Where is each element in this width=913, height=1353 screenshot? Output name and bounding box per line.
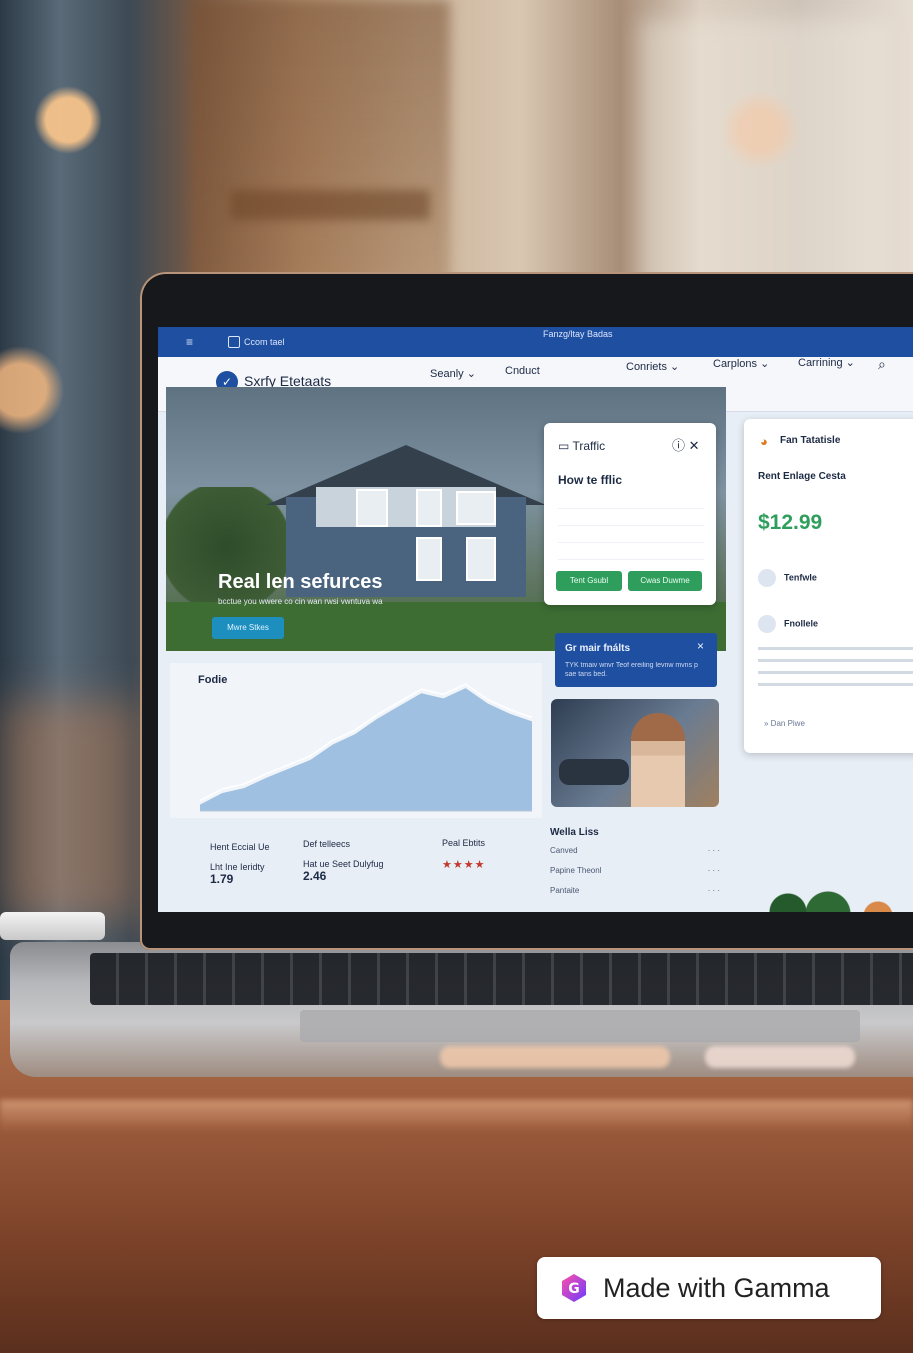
stat-item: Peal Ebtits ★★★★ [442, 838, 485, 871]
stats-row: Hent Eccial Ue Lht Ine Ieridty 1.79 Def … [158, 827, 542, 912]
nav-item[interactable]: Carplons ⌄ [713, 357, 769, 370]
list-item-label: Pantaite [550, 886, 580, 895]
laptop-trackpad [300, 1010, 860, 1042]
address-text[interactable]: Fanzg/ltay Badas [543, 329, 613, 339]
notification-title: Gr mair fnálts [565, 643, 631, 654]
stat-item: Def telleecs Hat ue Seet Dulyfug 2.46 [303, 839, 384, 883]
chart-panel [170, 663, 542, 818]
tab-title[interactable]: Ccom tael [244, 337, 285, 347]
traffic-row [558, 495, 704, 509]
stat-value: 1.79 [210, 872, 234, 886]
stat-sub: Lht Ine Ieridty [210, 862, 265, 872]
traffic-primary-button[interactable]: Tent Gsubl [556, 571, 622, 591]
svg-text:G: G [568, 1281, 580, 1297]
stat-item: Hent Eccial Ue Lht Ine Ieridty 1.79 [210, 842, 270, 886]
nav-item[interactable]: Carrining ⌄ [798, 356, 855, 369]
traffic-card-title: ▭ Traffic [558, 439, 606, 453]
car [559, 759, 629, 785]
chart-title: Fodie [198, 674, 228, 686]
pie-chart-icon: ◕ [760, 434, 768, 449]
traffic-row [558, 529, 704, 543]
side-card-item[interactable]: Tenfwle [758, 569, 817, 587]
phone-on-desk [0, 912, 105, 940]
traffic-row [558, 546, 704, 560]
house-window [466, 537, 496, 581]
info-icon[interactable]: ⓘ [672, 438, 685, 453]
stat-label: Def telleecs [303, 839, 351, 849]
reflection-highlight [440, 1046, 670, 1068]
house-window [416, 537, 442, 581]
nav-item[interactable]: Seanly ⌄ [430, 367, 476, 380]
search-icon[interactable]: ⌕ [878, 356, 886, 373]
background-bookshelf [190, 0, 450, 300]
item-icon [758, 569, 776, 587]
desk-edge [0, 1100, 913, 1130]
side-card-subtitle: Rent Enlage Cesta [758, 471, 846, 482]
list-item-label: Papine Theonl [550, 866, 602, 875]
stat-value: 2.46 [303, 869, 327, 883]
list-item-label: Canved [550, 846, 578, 855]
hamburger-icon[interactable]: ≡ [186, 336, 193, 348]
price: $12.99 [758, 511, 823, 534]
traffic-card: ▭ Traffic ⓘ ✕ How te fflic Tent Gsubl Cw… [544, 423, 716, 605]
notification-toast: Gr mair fnálts × TYK tmaiv wnvr Teof ere… [555, 633, 717, 687]
laptop-screen: ≡ Ccom tael Fanzg/ltay Badas ✓ Sxrfy Ete… [158, 327, 913, 912]
background-shelf-board [230, 190, 430, 220]
traffic-card-subtitle: How te fflic [558, 473, 623, 487]
agent-photo[interactable] [551, 699, 719, 807]
side-card-link[interactable]: » Dan Piwe [764, 719, 805, 728]
list-item[interactable]: Papine Theonl · · · [550, 866, 720, 886]
side-item-label: Tenfwle [784, 572, 817, 583]
side-card: ◕ Fan Tatatisle Rent Enlage Cesta $12.99… [744, 419, 913, 753]
house-window [356, 489, 388, 527]
laptop-keyboard [90, 953, 913, 1005]
close-icon[interactable]: × [697, 639, 704, 653]
star-rating: ★★★★ [442, 859, 486, 871]
list-item-value: · · · [707, 886, 720, 895]
list-item[interactable]: Pantaite · · · [550, 886, 720, 906]
made-with-gamma-badge[interactable]: G Made with Gamma [537, 1257, 881, 1319]
side-item-label: Fnollele [784, 618, 819, 629]
reflection-highlight [705, 1046, 855, 1068]
stat-label: Hent Eccial Ue [210, 842, 270, 852]
hero-subtitle: bcctue you wwere co cin wan rwsi vwntuva… [218, 597, 383, 606]
card-actions: ⓘ ✕ [672, 435, 700, 454]
side-card-item[interactable]: Fnollele [758, 615, 818, 633]
list-item-value: · · · [707, 846, 720, 855]
tab-icon [228, 336, 240, 348]
list-header: Wella Liss [550, 827, 599, 838]
close-icon[interactable]: ✕ [689, 438, 700, 453]
list-item[interactable]: Canved · · · [550, 846, 720, 866]
gamma-logo-icon: G [562, 1274, 586, 1302]
traffic-title-text: Traffic [572, 439, 606, 453]
house-window [416, 489, 442, 527]
chart-area [200, 688, 532, 811]
nav-item[interactable]: Conriets ⌄ [626, 360, 679, 373]
traffic-rows [558, 495, 704, 563]
traffic-row [558, 512, 704, 526]
house-window [456, 491, 496, 525]
hero-title: Real len sefurces [218, 571, 383, 593]
browser-topbar: ≡ Ccom tael Fanzg/ltay Badas [158, 327, 913, 357]
person [631, 713, 685, 807]
item-icon [758, 615, 776, 633]
background-lamp-glow [0, 700, 140, 920]
traffic-secondary-button[interactable]: Cwas Duwme [628, 571, 702, 591]
trees-illustration [758, 852, 913, 912]
badge-text: Made with Gamma [603, 1273, 830, 1303]
side-card-title: Fan Tatatisle [780, 435, 841, 446]
hero-cta-button[interactable]: Mwre Stkes [212, 617, 284, 639]
area-chart [199, 683, 533, 812]
side-card-paragraph [758, 647, 913, 687]
nav-item[interactable]: Cnduct [505, 365, 540, 377]
stat-sub: Hat ue Seet Dulyfug [303, 859, 384, 869]
notification-text: TYK tmaiv wnvr Teof ereiling levnw mvns … [565, 662, 698, 678]
background-window [640, 20, 890, 300]
list-item-value: · · · [707, 866, 720, 875]
stat-label: Peal Ebtits [442, 838, 486, 848]
list-panel: Wella Liss Canved · · · Papine Theonl · · … [550, 827, 720, 906]
